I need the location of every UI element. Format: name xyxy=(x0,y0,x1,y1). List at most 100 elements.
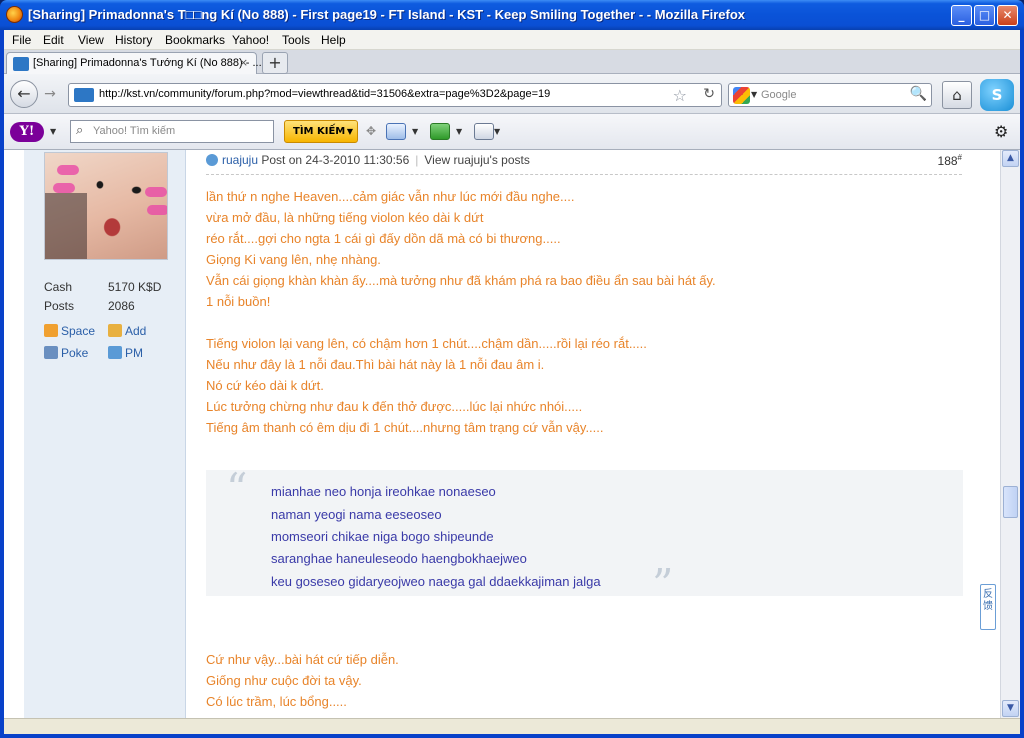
mail-icon[interactable] xyxy=(386,123,406,140)
menu-file[interactable]: File xyxy=(12,33,31,47)
window-titlebar[interactable]: [Sharing] Primadonna's T□□ng Kí (No 888)… xyxy=(0,0,1024,30)
quote-line: keu goseseo gidaryeojweo naega gal ddaek… xyxy=(271,574,601,589)
add-friend-link[interactable]: Add xyxy=(108,324,146,338)
page-viewport: Cash 5170 K$D Posts 2086 Space Add Poke … xyxy=(4,150,1000,734)
menu-bookmarks[interactable]: Bookmarks xyxy=(165,33,225,47)
url-bar[interactable]: http://kst.vn/community/forum.php?mod=vi… xyxy=(68,83,722,107)
chevron-down-icon: ▼ xyxy=(346,127,353,136)
widget-dropdown-icon[interactable]: ▼ xyxy=(456,127,462,136)
close-quote-icon: ” xyxy=(652,560,674,609)
bookmark-icon[interactable] xyxy=(474,123,494,140)
scroll-thumb[interactable] xyxy=(1003,486,1018,518)
close-button[interactable]: ✕ xyxy=(997,5,1018,26)
reload-icon[interactable]: ↻ xyxy=(703,86,715,102)
yahoo-search-button[interactable]: TÌM KIẾM ▼ xyxy=(284,120,358,143)
menu-tools[interactable]: Tools xyxy=(282,33,310,47)
menu-yahoo[interactable]: Yahoo! xyxy=(232,33,269,47)
tab-close-icon[interactable]: × xyxy=(237,57,250,70)
search-bar[interactable]: ▼ Google 🔍 xyxy=(728,83,932,107)
avatar-mark xyxy=(57,165,79,175)
tab-current[interactable]: [Sharing] Primadonna's Tướng Kí (No 888)… xyxy=(6,52,262,75)
pm-link[interactable]: PM xyxy=(108,346,143,360)
firefox-icon xyxy=(6,6,23,23)
skype-icon[interactable]: S xyxy=(980,79,1014,111)
page-left-margin xyxy=(4,150,24,734)
divider xyxy=(206,174,962,175)
menu-history[interactable]: History xyxy=(115,33,152,47)
post-line: 1 nỗi buồn! xyxy=(206,294,271,309)
avatar-mark xyxy=(147,205,167,215)
handshake-icon xyxy=(108,324,122,337)
feedback-tab[interactable]: 反馈 xyxy=(980,584,996,630)
engine-dropdown-icon[interactable]: ▼ xyxy=(751,90,757,99)
url-text[interactable]: http://kst.vn/community/forum.php?mod=vi… xyxy=(99,88,550,100)
yahoo-search-input[interactable]: ⌕ Yahoo! Tìm kiếm xyxy=(70,120,274,143)
scroll-up-icon[interactable]: ▲ xyxy=(1002,150,1019,167)
site-identity-icon[interactable] xyxy=(74,88,94,102)
mail-dropdown-icon[interactable]: ▼ xyxy=(412,127,418,136)
magnifier-icon[interactable]: 🔍 xyxy=(910,86,927,102)
gear-icon[interactable]: ⚙ xyxy=(994,122,1008,141)
post-content: ruajuju Post on 24-3-2010 11:30:56 | View … xyxy=(186,150,986,734)
yahoo-dropdown-icon[interactable]: ▼ xyxy=(50,127,56,136)
browser-chrome: File Edit View History Bookmarks Yahoo! … xyxy=(4,30,1020,150)
widget-icon[interactable] xyxy=(430,123,450,140)
post-line: Vẫn cái giọng khàn khàn ấy....mà tưởng n… xyxy=(206,273,716,288)
scroll-down-icon[interactable]: ▼ xyxy=(1002,700,1019,717)
quote-line: saranghae haneuleseodo haengbokhaejweo xyxy=(271,551,527,566)
quote-block: “ mianhae neo honja ireohkae nonaeseo na… xyxy=(206,464,963,609)
post-line: Có lúc trầm, lúc bổng..... xyxy=(206,694,347,709)
home-button[interactable]: ⌂ xyxy=(942,81,972,109)
quote-line: mianhae neo honja ireohkae nonaeseo xyxy=(271,484,496,499)
menu-view[interactable]: View xyxy=(78,33,104,47)
poke-link-label: Poke xyxy=(61,346,89,360)
google-engine-icon[interactable] xyxy=(733,87,750,104)
yahoo-logo[interactable]: Y! xyxy=(10,122,44,142)
forward-button[interactable]: → xyxy=(40,84,60,104)
user-sidebar: Cash 5170 K$D Posts 2086 Space Add Poke … xyxy=(24,150,186,734)
menu-bar: File Edit View History Bookmarks Yahoo! … xyxy=(4,30,1020,50)
add-link-label: Add xyxy=(125,324,147,338)
navigation-toolbar: ← → http://kst.vn/community/forum.php?mo… xyxy=(4,74,1020,114)
menu-help[interactable]: Help xyxy=(321,33,346,47)
post-line: réo rắt....gợi cho ngta 1 cái gì đấy dồn… xyxy=(206,231,561,246)
view-posts-link[interactable]: View ruajuju's posts xyxy=(424,153,529,167)
cash-value: 5170 K$D xyxy=(108,280,162,294)
quote-line: naman yeogi nama eeseoseo xyxy=(271,507,442,522)
avatar[interactable] xyxy=(44,152,168,260)
search-icon: ⌕ xyxy=(76,123,84,138)
back-button[interactable]: ← xyxy=(10,80,38,108)
post-line: Nếu như đây là 1 nỗi đau.Thì bài hát này… xyxy=(206,357,545,372)
pm-link-label: PM xyxy=(125,346,143,360)
bookmark-dropdown-icon[interactable]: ▼ xyxy=(494,127,500,136)
post-date: Post on 24-3-2010 11:30:56 xyxy=(261,153,410,167)
online-status-icon xyxy=(206,154,218,166)
search-input[interactable]: Google xyxy=(761,89,796,101)
space-link[interactable]: Space xyxy=(44,324,95,338)
post-line: Giọng Ki vang lên, nhẹ nhàng. xyxy=(206,252,381,267)
poke-link[interactable]: Poke xyxy=(44,346,88,360)
menu-edit[interactable]: Edit xyxy=(43,33,64,47)
post-number-sup: # xyxy=(957,153,962,162)
post-line: lần thứ n nghe Heaven....cảm giác vẫn nh… xyxy=(206,189,575,204)
avatar-mark xyxy=(53,183,75,193)
posts-label: Posts xyxy=(44,299,75,313)
author-link[interactable]: ruajuju xyxy=(222,153,258,167)
post-number-value: 188 xyxy=(937,154,958,168)
avatar-mark xyxy=(145,187,167,197)
post-line: Nó cứ kéo dài k dứt. xyxy=(206,378,324,393)
tab-title: [Sharing] Primadonna's Tướng Kí (No 888)… xyxy=(33,57,262,69)
posts-value: 2086 xyxy=(108,299,135,313)
minimize-button[interactable]: _ xyxy=(951,5,972,26)
new-tab-button[interactable]: + xyxy=(262,52,288,74)
post-number[interactable]: 188# xyxy=(938,153,962,168)
house-icon xyxy=(44,324,58,337)
yahoo-search-placeholder: Yahoo! Tìm kiếm xyxy=(93,125,176,137)
maximize-button[interactable]: □ xyxy=(974,5,995,26)
window-title: [Sharing] Primadonna's T□□ng Kí (No 888)… xyxy=(28,7,746,22)
quote-line: momseori chikae niga bogo shipeunde xyxy=(271,529,494,544)
post-line: Lúc tưởng chừng như đau k đến thở được..… xyxy=(206,399,583,414)
bookmark-star-icon[interactable]: ☆ xyxy=(673,86,687,105)
vertical-scrollbar[interactable]: ▲ ▼ xyxy=(1000,150,1020,718)
post-line: Giống như cuộc đời ta vậy. xyxy=(206,673,362,688)
